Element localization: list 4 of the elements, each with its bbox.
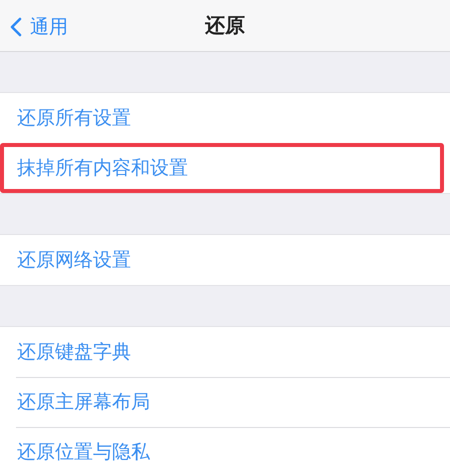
back-button[interactable]: 通用	[6, 10, 72, 44]
back-chevron-icon	[10, 17, 22, 37]
screen-title: 还原	[205, 12, 245, 39]
settings-row[interactable]: 抹掉所有内容和设置	[0, 143, 444, 193]
